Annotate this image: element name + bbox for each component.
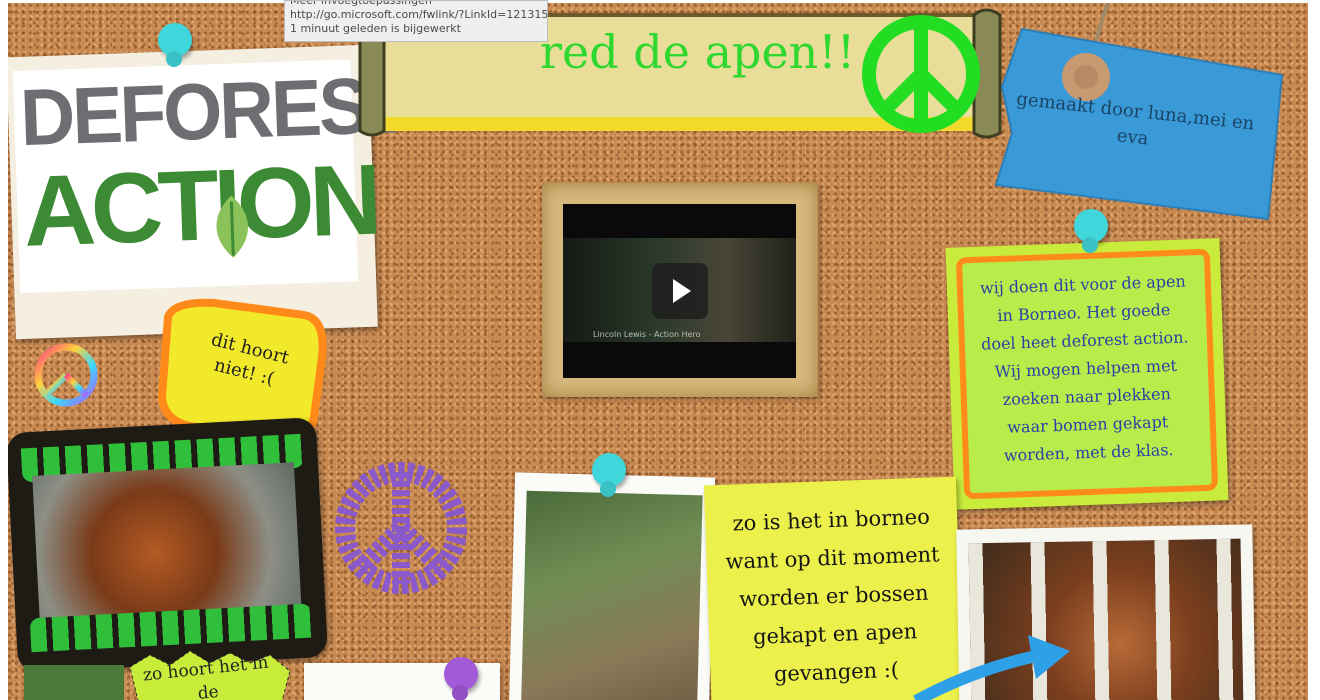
pushpin-icon (158, 23, 192, 57)
tooltip-line-3: 1 minuut geleden is bijgewerkt (290, 22, 461, 35)
tooltip: Meer invoegtoepassingen http://go.micros… (284, 0, 548, 42)
tooltip-line-1: Meer invoegtoepassingen (290, 0, 432, 7)
pushpin-icon (444, 657, 478, 691)
video-caption: Lincoln Lewis - Action Hero (593, 330, 701, 339)
peace-icon-purple (335, 462, 467, 594)
peace-icon-green (862, 15, 980, 133)
note-green: wij doen dit voor de apen in Borneo. Het… (945, 238, 1229, 510)
tooltip-line-2[interactable]: http://go.microsoft.com/fwlink/?LinkId=1… (290, 8, 547, 22)
photo-frame-monster (8, 417, 329, 673)
logo-inner: DEFOREST ACTION (12, 59, 411, 294)
forest-photo (520, 490, 703, 700)
play-icon (673, 279, 691, 303)
photo-forest-card (508, 472, 716, 700)
arrow-icon (913, 635, 1070, 700)
video-player[interactable]: Lincoln Lewis - Action Hero (563, 204, 796, 378)
note-green-text: wij doen dit voor de apen in Borneo. Het… (979, 271, 1189, 465)
orangutan-photo-left (32, 462, 302, 628)
play-button[interactable] (652, 263, 708, 319)
pushpin-icon (592, 453, 626, 487)
corkboard: DEFOREST ACTION red de apen!! gemaakt do… (8, 3, 1308, 700)
banner-title: red de apen!! (540, 25, 856, 79)
pushpin-icon (1074, 209, 1108, 243)
leaf-icon (216, 195, 248, 258)
video-frame: Lincoln Lewis - Action Hero (542, 183, 818, 397)
photo-bottom-left (24, 665, 124, 700)
logo-card: DEFOREST ACTION (8, 44, 411, 340)
logo-text-action: ACTION (21, 143, 379, 268)
peace-icon-rainbow (34, 343, 98, 407)
